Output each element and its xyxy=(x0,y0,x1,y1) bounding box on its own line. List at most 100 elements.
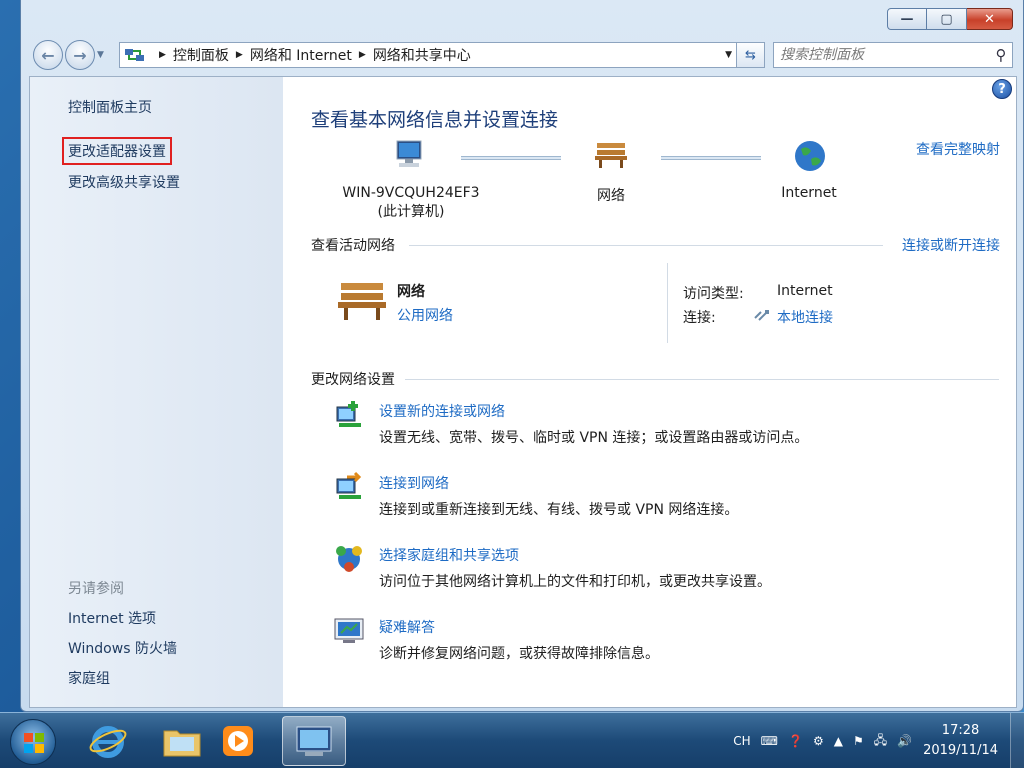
task-sidebar: 控制面板主页 更改适配器设置 更改高级共享设置 另请参阅 Internet 选项… xyxy=(30,77,283,707)
section-divider xyxy=(405,379,999,380)
windows-logo-icon xyxy=(24,733,44,753)
task-troubleshoot-desc: 诊断并修复网络问题，或获得故障排除信息。 xyxy=(379,646,659,662)
minimize-icon: — xyxy=(900,11,914,27)
network-status-icon[interactable]: 🖧 xyxy=(874,731,887,752)
internet-explorer-icon xyxy=(89,726,127,758)
page-title: 查看基本网络信息并设置连接 xyxy=(311,109,559,131)
help-icon[interactable]: ? xyxy=(992,79,1012,99)
view-full-map-link[interactable]: 查看完整映射 xyxy=(916,139,1000,159)
content-area: 控制面板主页 更改适配器设置 更改高级共享设置 另请参阅 Internet 选项… xyxy=(29,76,1017,708)
breadcrumb-control-panel[interactable]: 控制面板 xyxy=(173,45,229,65)
main-panel: ? 查看基本网络信息并设置连接 查看完整映射 WIN-9VCQUH24EF3 (… xyxy=(283,77,1016,707)
sidebar-link-control-panel-home[interactable]: 控制面板主页 xyxy=(68,97,152,117)
local-connection-link[interactable]: 本地连接 xyxy=(777,307,833,327)
show-desktop-button[interactable] xyxy=(1010,713,1024,768)
public-network-bench-icon xyxy=(338,283,386,320)
sidebar-link-windows-firewall[interactable]: Windows 防火墙 xyxy=(68,638,177,658)
access-type-value: Internet xyxy=(777,283,833,299)
clock[interactable]: 17:28 2019/11/14 xyxy=(923,721,998,761)
search-icon[interactable]: ⚲ xyxy=(990,44,1012,66)
refresh-button[interactable]: ⇆ xyxy=(737,42,765,68)
refresh-icon: ⇆ xyxy=(745,47,756,63)
change-settings-heading: 更改网络设置 xyxy=(311,372,395,388)
connections-label: 连接: xyxy=(683,310,716,326)
network-center-icon xyxy=(125,49,144,61)
task-connect-network-desc: 连接到或重新连接到无线、有线、拨号或 VPN 网络连接。 xyxy=(379,502,739,518)
minimize-button[interactable]: — xyxy=(887,8,927,30)
media-player-icon xyxy=(223,726,253,756)
connect-disconnect-link[interactable]: 连接或断开连接 xyxy=(902,235,1000,255)
maximize-button[interactable]: ▢ xyxy=(927,8,967,30)
map-connection-line xyxy=(461,156,561,160)
keyboard-icon[interactable]: ⌨ xyxy=(761,734,778,748)
taskbar-control-panel[interactable] xyxy=(282,716,346,766)
input-settings-icon[interactable]: ⚙ xyxy=(813,734,824,748)
internet-label: Internet xyxy=(781,185,837,201)
language-indicator[interactable]: CH xyxy=(733,734,750,748)
sidebar-link-homegroup[interactable]: 家庭组 xyxy=(68,668,110,688)
search-input[interactable] xyxy=(774,44,990,66)
taskbar: CH ⌨ ❓ ⚙ ▲ ⚑ 🖧 🔊 17:28 2019/11/14 xyxy=(0,712,1024,768)
internet-globe-icon[interactable] xyxy=(793,139,827,173)
title-bar[interactable]: — ▢ ✕ xyxy=(21,0,1023,38)
system-tray: CH ⌨ ❓ ⚙ ▲ ⚑ 🖧 🔊 17:28 2019/11/14 xyxy=(728,713,1024,768)
task-homegroup-link[interactable]: 选择家庭组和共享选项 xyxy=(379,545,519,565)
breadcrumb-network-internet[interactable]: 网络和 Internet xyxy=(250,45,352,65)
search-box: ⚲ xyxy=(773,42,1013,68)
map-connection-line xyxy=(661,156,761,160)
show-hidden-icons-icon[interactable]: ▲ xyxy=(834,734,843,748)
sidebar-link-change-adapter-settings[interactable]: 更改适配器设置 xyxy=(62,137,172,165)
recent-pages-dropdown-icon[interactable]: ▼ xyxy=(97,50,104,60)
map-node-network: 网络 xyxy=(571,185,651,205)
access-type-label: 访问类型: xyxy=(683,286,744,302)
address-bar[interactable]: ▶ 控制面板 ▶ 网络和 Internet ▶ 网络和共享中心 ▼ xyxy=(119,42,737,68)
breadcrumb-separator-icon[interactable]: ▶ xyxy=(236,50,243,60)
active-networks-heading: 查看活动网络 xyxy=(311,238,395,254)
local-connection-icon xyxy=(754,310,769,321)
start-button[interactable] xyxy=(10,719,56,765)
sidebar-link-internet-options[interactable]: Internet 选项 xyxy=(68,608,156,628)
clock-time: 17:28 xyxy=(941,723,980,738)
network-sharing-center-window: — ▢ ✕ ← → ▼ ▶ 控制面板 ▶ 网络和 Internet ▶ 网络和共… xyxy=(20,0,1024,712)
breadcrumb-separator-icon[interactable]: ▶ xyxy=(159,50,166,60)
maximize-icon: ▢ xyxy=(940,11,953,27)
active-network-name: 网络 xyxy=(397,284,425,300)
sidebar-link-advanced-sharing[interactable]: 更改高级共享设置 xyxy=(68,172,180,192)
map-node-internet: Internet xyxy=(769,185,849,201)
computer-icon[interactable] xyxy=(391,139,427,171)
close-icon: ✕ xyxy=(984,11,995,27)
network-label: 网络 xyxy=(597,188,625,204)
new-connection-icon xyxy=(336,401,361,427)
back-button[interactable]: ← xyxy=(33,40,63,70)
history-buttons: ← → ▼ xyxy=(33,40,104,70)
navigation-bar: ← → ▼ ▶ 控制面板 ▶ 网络和 Internet ▶ 网络和共享中心 ▼ … xyxy=(21,38,1023,74)
taskbar-internet-explorer[interactable] xyxy=(76,716,140,766)
address-dropdown-icon[interactable]: ▼ xyxy=(725,50,732,60)
troubleshoot-icon xyxy=(334,618,364,643)
network-bench-icon[interactable] xyxy=(593,139,629,169)
breadcrumb-network-sharing-center[interactable]: 网络和共享中心 xyxy=(373,45,471,65)
task-connect-network-link[interactable]: 连接到网络 xyxy=(379,473,449,493)
section-divider xyxy=(409,245,883,246)
clock-date: 2019/11/14 xyxy=(923,743,998,758)
close-button[interactable]: ✕ xyxy=(967,8,1013,30)
connect-to-network-icon xyxy=(336,471,362,499)
forward-arrow-icon: → xyxy=(73,45,87,65)
taskbar-file-explorer[interactable] xyxy=(150,716,214,766)
network-type-link[interactable]: 公用网络 xyxy=(397,305,453,325)
volume-icon[interactable]: 🔊 xyxy=(897,734,912,748)
action-center-flag-icon[interactable]: ⚑ xyxy=(853,734,864,748)
folder-icon xyxy=(163,730,201,757)
task-troubleshoot-link[interactable]: 疑难解答 xyxy=(379,617,435,637)
help-tray-icon[interactable]: ❓ xyxy=(788,734,803,748)
task-homegroup-desc: 访问位于其他网络计算机上的文件和打印机，或更改共享设置。 xyxy=(379,574,771,590)
task-setup-new-connection-link[interactable]: 设置新的连接或网络 xyxy=(379,401,505,421)
vertical-divider xyxy=(667,263,668,343)
computer-name: WIN-9VCQUH24EF3 xyxy=(342,185,480,201)
map-node-computer: WIN-9VCQUH24EF3 (此计算机) xyxy=(331,185,491,221)
forward-button[interactable]: → xyxy=(65,40,95,70)
task-setup-new-connection-desc: 设置无线、宽带、拨号、临时或 VPN 连接；或设置路由器或访问点。 xyxy=(379,430,809,446)
caption-buttons: — ▢ ✕ xyxy=(887,8,1013,30)
breadcrumb-separator-icon[interactable]: ▶ xyxy=(359,50,366,60)
taskbar-media-player[interactable] xyxy=(206,716,270,766)
